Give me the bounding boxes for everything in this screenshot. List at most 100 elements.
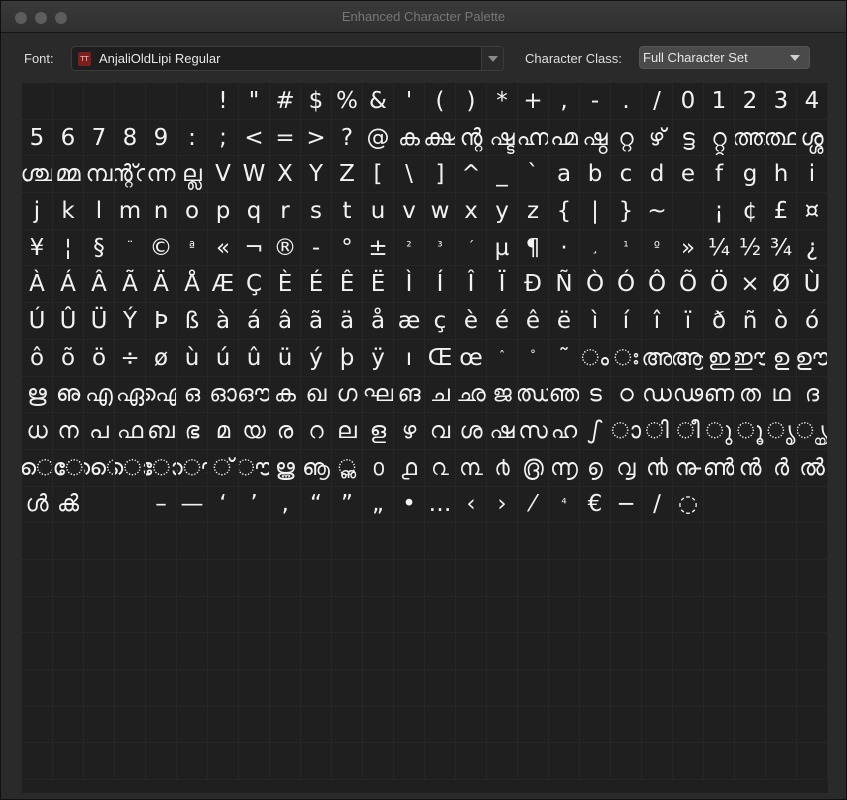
- empty-glyph-cell[interactable]: [239, 559, 270, 597]
- glyph-cell[interactable]: ക്ഷ: [425, 119, 456, 157]
- empty-glyph-cell[interactable]: [425, 706, 456, 744]
- glyph-cell[interactable]: ;: [208, 119, 239, 157]
- empty-glyph-cell[interactable]: [797, 670, 828, 707]
- glyph-cell[interactable]: യ: [239, 413, 270, 450]
- empty-glyph-cell[interactable]: [84, 743, 115, 781]
- glyph-cell[interactable]: ഉ: [766, 339, 797, 377]
- empty-glyph-cell[interactable]: [239, 743, 270, 781]
- empty-glyph-cell[interactable]: [797, 743, 828, 781]
- empty-glyph-cell[interactable]: [394, 670, 425, 707]
- empty-glyph-cell[interactable]: [53, 670, 84, 707]
- empty-glyph-cell[interactable]: [146, 523, 177, 560]
- glyph-cell[interactable]: ട്ട: [673, 119, 704, 157]
- glyph-cell[interactable]: റ്റ: [611, 119, 642, 157]
- empty-glyph-cell[interactable]: [735, 670, 766, 707]
- glyph-cell[interactable]: q: [239, 193, 270, 230]
- empty-glyph-cell[interactable]: [673, 559, 704, 597]
- empty-glyph-cell[interactable]: [766, 559, 797, 597]
- glyph-cell[interactable]: ഷ: [487, 413, 518, 450]
- empty-glyph-cell[interactable]: [642, 633, 673, 670]
- empty-glyph-cell[interactable]: [549, 633, 580, 670]
- glyph-cell[interactable]: §: [84, 229, 115, 267]
- glyph-cell[interactable]: ‘: [208, 486, 239, 524]
- glyph-cell[interactable]: å: [363, 303, 394, 340]
- glyph-cell[interactable]: ഴ: [394, 413, 425, 450]
- glyph-cell[interactable]: ഷ്ഠ: [580, 119, 611, 157]
- empty-glyph-cell[interactable]: [580, 670, 611, 707]
- glyph-cell[interactable]: Í: [425, 266, 456, 304]
- glyph-cell[interactable]: «: [208, 229, 239, 267]
- glyph-cell[interactable]: º: [642, 229, 673, 267]
- glyph-cell[interactable]: ൌ: [177, 449, 208, 487]
- glyph-cell[interactable]: ÿ: [363, 339, 394, 377]
- empty-glyph-cell[interactable]: [332, 596, 363, 634]
- glyph-cell[interactable]: ഘ: [363, 376, 394, 414]
- empty-glyph-cell[interactable]: [673, 706, 704, 744]
- glyph-cell[interactable]: ©: [146, 229, 177, 267]
- glyph-cell[interactable]: ജ: [487, 376, 518, 414]
- empty-glyph-cell[interactable]: [177, 559, 208, 597]
- glyph-cell[interactable]: Ï: [487, 266, 518, 304]
- glyph-cell[interactable]: ഋ: [22, 376, 53, 414]
- glyph-cell[interactable]: ഷ്ട: [487, 119, 518, 157]
- glyph-cell[interactable]: ⁴: [549, 486, 580, 524]
- glyph-cell[interactable]: Ê: [332, 266, 363, 304]
- glyph-cell[interactable]: ൪: [487, 449, 518, 487]
- empty-glyph-cell[interactable]: [84, 523, 115, 560]
- glyph-cell[interactable]: ¸: [580, 229, 611, 267]
- glyph-cell[interactable]: ý: [301, 339, 332, 377]
- glyph-cell[interactable]: െ: [22, 449, 53, 487]
- empty-glyph-cell[interactable]: [425, 633, 456, 670]
- empty-glyph-cell[interactable]: [363, 706, 394, 744]
- empty-glyph-cell[interactable]: [53, 523, 84, 560]
- glyph-cell[interactable]: ന്റ: [456, 119, 487, 157]
- glyph-cell[interactable]: ½: [735, 229, 766, 267]
- glyph-cell[interactable]: ³: [425, 229, 456, 267]
- glyph-cell[interactable]: ഫ: [115, 413, 146, 450]
- glyph-cell[interactable]: 1: [704, 83, 735, 120]
- glyph-cell[interactable]: ഠ: [611, 376, 642, 414]
- glyph-cell[interactable]: X: [270, 156, 301, 194]
- glyph-cell[interactable]: ൗ: [239, 449, 270, 487]
- glyph-cell[interactable]: û: [239, 339, 270, 377]
- glyph-cell[interactable]: ç: [425, 303, 456, 340]
- glyph-cell[interactable]: b: [580, 156, 611, 194]
- empty-glyph-cell[interactable]: [549, 596, 580, 634]
- empty-glyph-cell[interactable]: [22, 559, 53, 597]
- empty-glyph-cell[interactable]: [22, 706, 53, 744]
- glyph-cell[interactable]: h: [766, 156, 797, 194]
- empty-glyph-cell[interactable]: [425, 743, 456, 781]
- empty-glyph-cell[interactable]: [208, 523, 239, 560]
- glyph-cell[interactable]: ⁄: [518, 486, 549, 524]
- glyph-cell[interactable]: Ä: [146, 266, 177, 304]
- glyph-cell[interactable]: ൭: [580, 449, 611, 487]
- glyph-cell[interactable]: œ: [456, 339, 487, 377]
- glyph-cell[interactable]: a: [549, 156, 580, 194]
- empty-glyph-cell[interactable]: [270, 706, 301, 744]
- glyph-cell[interactable]: ú: [208, 339, 239, 377]
- glyph-cell[interactable]: ധ: [22, 413, 53, 450]
- glyph-cell[interactable]: ൮: [611, 449, 642, 487]
- glyph-cell[interactable]: „: [363, 486, 394, 524]
- glyph-cell[interactable]: Æ: [208, 266, 239, 304]
- empty-glyph-cell[interactable]: [735, 523, 766, 560]
- glyph-cell[interactable]: [: [363, 156, 394, 194]
- glyph-cell[interactable]: #: [270, 83, 301, 120]
- glyph-cell[interactable]: ഛ: [456, 376, 487, 414]
- glyph-cell[interactable]: ത്ത: [735, 119, 766, 157]
- glyph-cell[interactable]: ù: [177, 339, 208, 377]
- glyph-cell[interactable]: ‹: [456, 486, 487, 524]
- glyph-cell[interactable]: ണ: [704, 376, 735, 414]
- empty-glyph-cell[interactable]: [518, 706, 549, 744]
- glyph-cell[interactable]: :: [177, 119, 208, 157]
- glyph-cell[interactable]: e: [673, 156, 704, 194]
- empty-glyph-cell[interactable]: [363, 559, 394, 597]
- glyph-cell[interactable]: റ്റ്റ: [704, 119, 735, 157]
- empty-glyph-cell[interactable]: [177, 596, 208, 634]
- empty-glyph-cell[interactable]: [301, 523, 332, 560]
- empty-glyph-cell[interactable]: [301, 670, 332, 707]
- glyph-cell[interactable]: ñ: [735, 303, 766, 340]
- glyph-cell[interactable]: ‌: [84, 486, 115, 524]
- glyph-cell[interactable]: ൈ: [84, 449, 115, 487]
- empty-glyph-cell[interactable]: [642, 559, 673, 597]
